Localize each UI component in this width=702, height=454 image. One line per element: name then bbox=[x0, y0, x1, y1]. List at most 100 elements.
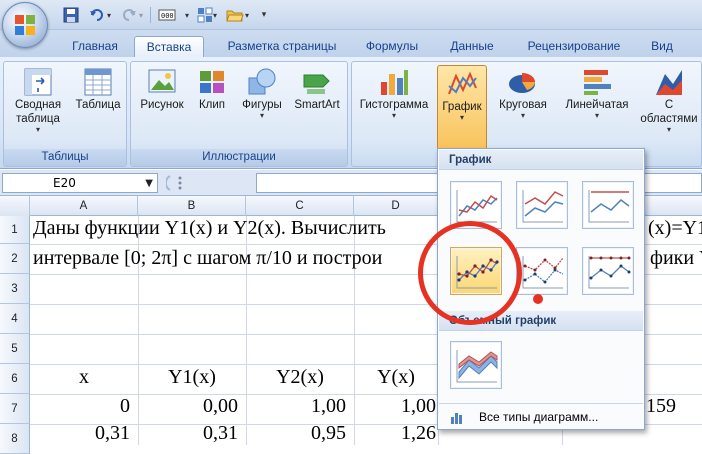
stacked-line-icon bbox=[522, 190, 564, 223]
area-chart-icon bbox=[656, 70, 682, 95]
table-icon bbox=[84, 68, 112, 96]
picture-icon bbox=[148, 69, 176, 93]
name-box-dropdown-icon[interactable]: ▼ bbox=[145, 175, 153, 193]
cell-row2-right-text: фики Y bbox=[650, 247, 702, 269]
all-chart-types-button[interactable]: Все типы диаграмм... bbox=[439, 403, 643, 429]
line-chart-caret-icon: ▾ bbox=[459, 113, 464, 122]
row-header-8[interactable]: 8 bbox=[0, 424, 30, 454]
pivot-table-label-1: Сводная bbox=[14, 99, 62, 111]
group-illustrations-label: Иллюстрации bbox=[131, 149, 347, 166]
cell-a8: 0,31 bbox=[95, 422, 130, 444]
pie-chart-icon bbox=[509, 73, 535, 93]
cell-c6: Y2(x) bbox=[276, 366, 324, 388]
row-header-1[interactable]: 1 bbox=[0, 216, 30, 244]
row-header-6[interactable]: 6 bbox=[0, 364, 30, 394]
picture-label: Рисунок bbox=[140, 99, 184, 111]
pie-chart-label: Круговая bbox=[499, 99, 547, 111]
bar-chart-icon bbox=[584, 70, 611, 95]
column-chart-caret-icon: ▾ bbox=[391, 111, 396, 120]
all-chart-types-icon bbox=[451, 413, 462, 424]
qat-separator bbox=[150, 7, 151, 23]
cell-c7: 1,00 bbox=[311, 395, 346, 417]
table-button[interactable]: Таблица bbox=[70, 66, 126, 112]
tab-review[interactable]: Рецензирование bbox=[516, 36, 632, 58]
row-header-4[interactable]: 4 bbox=[0, 304, 30, 334]
shapes-caret-icon: ▾ bbox=[259, 111, 264, 120]
col-header-c[interactable]: C bbox=[246, 196, 354, 216]
save-icon[interactable] bbox=[60, 5, 82, 25]
3d-line-thumb[interactable] bbox=[450, 341, 502, 389]
cell-b7: 0,00 bbox=[203, 395, 238, 417]
format-dropdown-icon[interactable]: ▾ bbox=[182, 5, 192, 25]
svg-text:000: 000 bbox=[161, 12, 174, 20]
layout-dropdown-icon[interactable]: ▾ bbox=[210, 5, 220, 25]
tab-page-layout[interactable]: Разметка страницы bbox=[212, 36, 352, 58]
column-chart-label: Гистограмма bbox=[359, 99, 429, 111]
pivot-table-label-2: таблица bbox=[16, 113, 60, 125]
group-illustrations: Рисунок Клип Фигуры ▾ SmartArt Иллюстрац… bbox=[130, 61, 348, 167]
col-header-a[interactable]: A bbox=[30, 196, 138, 216]
formula-controls: fx bbox=[164, 173, 271, 193]
redo-dropdown-icon[interactable]: ▾ bbox=[136, 5, 146, 25]
row-header-3[interactable]: 3 bbox=[0, 274, 30, 304]
cell-a1-text: Даны функции Y1(x) и Y2(x). Вычислить bbox=[33, 217, 386, 239]
pie-chart-button[interactable]: Круговая ▾ bbox=[490, 66, 556, 120]
pie-chart-caret-icon: ▾ bbox=[520, 111, 525, 120]
cell-d6: Y(x) bbox=[377, 366, 415, 388]
pivot-table-button[interactable]: Сводная таблица ▾ bbox=[6, 66, 70, 134]
percent-line-icon bbox=[588, 190, 630, 223]
smartart-label: SmartArt bbox=[294, 99, 340, 111]
percent-line-thumb[interactable] bbox=[582, 181, 634, 229]
shapes-button[interactable]: Фигуры ▾ bbox=[235, 66, 289, 120]
annotation-circle bbox=[418, 221, 522, 325]
bar-chart-button[interactable]: Линейчатая ▾ bbox=[557, 66, 637, 120]
clip-art-button[interactable]: Клип bbox=[189, 66, 235, 112]
shapes-label: Фигуры bbox=[242, 99, 282, 111]
cell-a7: 0 bbox=[120, 395, 130, 417]
col-header-d[interactable]: D bbox=[354, 196, 438, 216]
stacked-line-markers-thumb[interactable] bbox=[516, 247, 568, 295]
shapes-icon bbox=[248, 68, 276, 95]
select-all-corner[interactable] bbox=[0, 196, 30, 216]
table-label: Таблица bbox=[75, 99, 121, 111]
cell-a6: x bbox=[79, 366, 89, 388]
picture-button[interactable]: Рисунок bbox=[135, 66, 189, 112]
smartart-button[interactable]: SmartArt bbox=[289, 66, 345, 112]
tab-data[interactable]: Данные bbox=[440, 36, 504, 58]
column-chart-button[interactable]: Гистограмма ▾ bbox=[354, 66, 434, 120]
smartart-icon bbox=[303, 74, 330, 94]
name-box-value: E20 bbox=[53, 176, 76, 190]
cell-row7-right: 159 bbox=[646, 395, 676, 417]
tab-insert[interactable]: Вставка bbox=[134, 36, 204, 58]
cell-d8: 1,26 bbox=[401, 422, 436, 444]
stacked-line-thumb[interactable] bbox=[516, 181, 568, 229]
row-header-2[interactable]: 2 bbox=[0, 244, 30, 274]
pivot-table-caret-icon: ▾ bbox=[35, 125, 40, 134]
name-box[interactable]: E20 ▼ bbox=[2, 173, 158, 193]
row-header-5[interactable]: 5 bbox=[0, 334, 30, 364]
area-chart-caret-icon: ▾ bbox=[666, 125, 671, 134]
office-button[interactable] bbox=[2, 2, 48, 48]
tab-formulas[interactable]: Формулы bbox=[357, 36, 427, 58]
percent-line-markers-icon bbox=[588, 256, 631, 289]
tab-home[interactable]: Главная bbox=[62, 36, 128, 58]
line-chart-button[interactable]: График ▾ bbox=[437, 65, 487, 151]
format-icon[interactable]: 000 bbox=[156, 5, 178, 25]
column-chart-icon bbox=[381, 70, 408, 95]
3d-line-icon bbox=[456, 350, 498, 383]
all-chart-types-label: Все типы диаграмм... bbox=[479, 410, 599, 424]
group-tables-label: Таблицы bbox=[4, 149, 126, 166]
row-header-7[interactable]: 7 bbox=[0, 394, 30, 424]
tab-view[interactable]: Вид bbox=[644, 36, 680, 58]
cell-c8: 0,95 bbox=[311, 422, 346, 444]
area-chart-label-2: областями bbox=[640, 113, 698, 125]
col-header-b[interactable]: B bbox=[138, 196, 246, 216]
customize-icon[interactable]: ▾ bbox=[258, 5, 270, 25]
gallery-title: График bbox=[439, 150, 643, 170]
percent-line-markers-thumb[interactable] bbox=[582, 247, 634, 295]
undo-dropdown-icon[interactable]: ▾ bbox=[104, 5, 114, 25]
area-chart-button[interactable]: С областями ▾ bbox=[638, 66, 700, 134]
open-dropdown-icon[interactable]: ▾ bbox=[242, 5, 252, 25]
clip-art-icon bbox=[200, 71, 224, 93]
cell-a2-text: интервале [0; 2π] с шагом π/10 и построи bbox=[33, 247, 383, 269]
